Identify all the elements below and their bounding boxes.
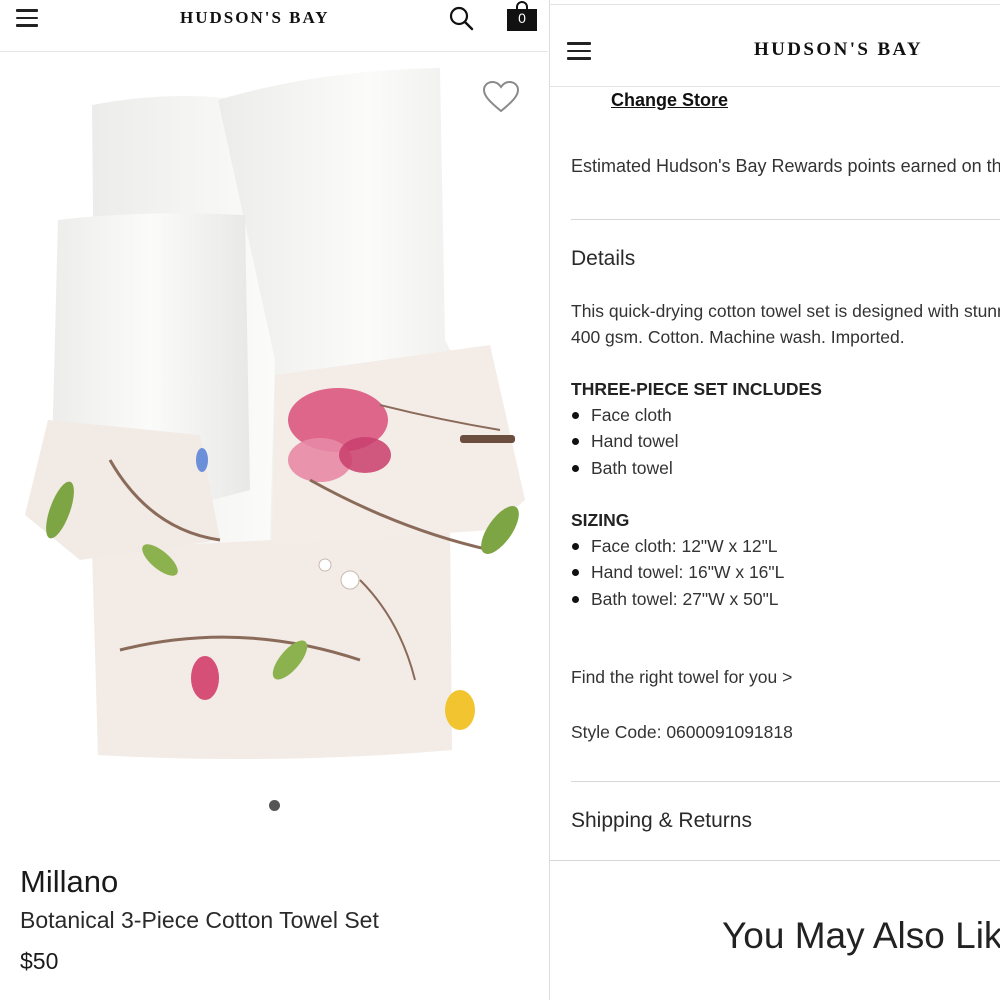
top-nav-bar: HUDSON'S BAY 0 bbox=[0, 0, 548, 52]
product-name: Botanical 3-Piece Cotton Towel Set bbox=[20, 907, 379, 933]
product-brand[interactable]: Millano bbox=[20, 864, 118, 900]
you-may-also-like-heading: You May Also Like bbox=[722, 915, 1000, 956]
shopping-bag-icon[interactable]: 0 bbox=[506, 0, 538, 32]
section-divider bbox=[550, 860, 1000, 861]
product-image[interactable] bbox=[20, 60, 535, 765]
heart-outline-icon[interactable] bbox=[482, 80, 520, 114]
list-item: Face cloth: 12"W x 12"L bbox=[571, 533, 784, 559]
list-item: Bath towel: 27"W x 50"L bbox=[571, 586, 784, 612]
sizing-heading: SIZING bbox=[571, 510, 630, 530]
product-description: This quick-drying cotton towel set is de… bbox=[571, 298, 1000, 350]
set-items-list: Face cloth Hand towel Bath towel bbox=[571, 402, 679, 481]
top-nav-bar: HUDSON'S BAY bbox=[550, 4, 1000, 87]
style-code: Style Code: 0600091091818 bbox=[571, 722, 793, 742]
product-price: $50 bbox=[20, 948, 59, 974]
rewards-points-text: Estimated Hudson's Bay Rewards points ea… bbox=[571, 156, 1000, 176]
set-includes-heading: THREE-PIECE SET INCLUDES bbox=[571, 379, 822, 399]
product-page-left-panel: HUDSON'S BAY 0 Millano Botanical 3-Piece… bbox=[0, 0, 548, 1000]
description-line: This quick-drying cotton towel set is de… bbox=[571, 301, 1000, 321]
hamburger-menu-icon[interactable] bbox=[16, 9, 38, 27]
change-store-link[interactable]: Change Store bbox=[611, 90, 728, 111]
carousel-dot[interactable] bbox=[269, 800, 280, 811]
site-logo[interactable]: HUDSON'S BAY bbox=[754, 39, 923, 61]
site-logo[interactable]: HUDSON'S BAY bbox=[180, 8, 330, 28]
description-line: 400 gsm. Cotton. Machine wash. Imported. bbox=[571, 327, 905, 347]
find-towel-link[interactable]: Find the right towel for you > bbox=[571, 667, 792, 688]
hamburger-menu-icon[interactable] bbox=[567, 42, 591, 61]
details-section-title[interactable]: Details bbox=[571, 247, 635, 271]
list-item: Bath towel bbox=[571, 455, 679, 481]
section-divider bbox=[571, 781, 1000, 782]
list-item: Hand towel bbox=[571, 428, 679, 454]
sizing-list: Face cloth: 12"W x 12"L Hand towel: 16"W… bbox=[571, 533, 784, 612]
section-divider bbox=[571, 219, 1000, 220]
cart-count: 0 bbox=[518, 10, 526, 26]
search-icon[interactable] bbox=[448, 5, 474, 31]
shipping-returns-title[interactable]: Shipping & Returns bbox=[571, 809, 752, 833]
list-item: Face cloth bbox=[571, 402, 679, 428]
list-item: Hand towel: 16"W x 16"L bbox=[571, 559, 784, 585]
product-details-right-panel: HUDSON'S BAY Change Store Estimated Huds… bbox=[549, 0, 1000, 1000]
